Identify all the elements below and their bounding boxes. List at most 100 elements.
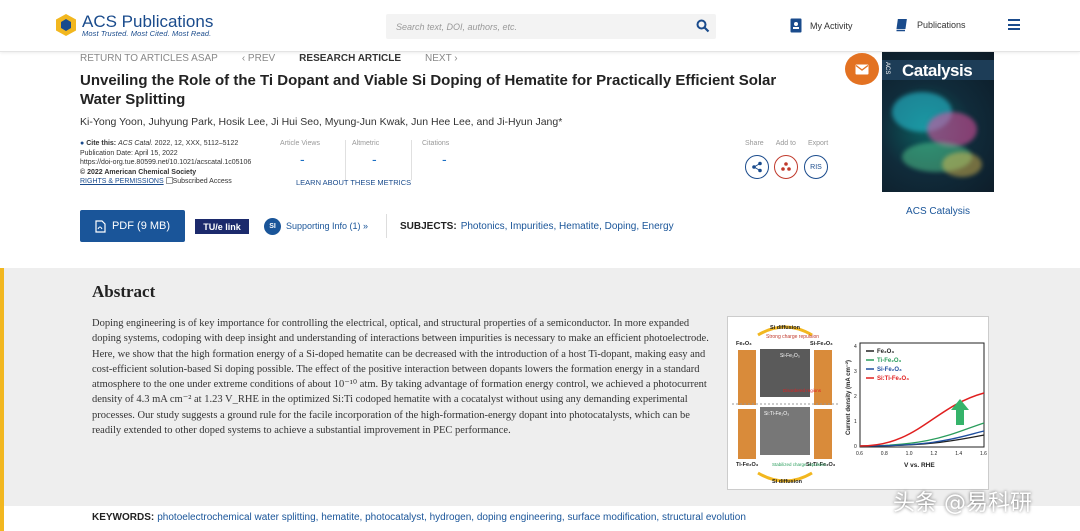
toc-top-label: Si diffusion [770,325,801,331]
journal-name-link[interactable]: ACS Catalysis [882,206,994,217]
pdf-label: PDF (9 MB) [111,220,171,232]
abstract-text: Doping engineering is of key importance … [92,318,709,437]
altmetric-label: Altmetric [352,140,380,147]
divider [386,214,387,238]
share-label: Share [745,140,764,147]
toc-fe2o3-label: Fe₂O₃ [736,341,752,347]
email-alert-button[interactable] [845,53,879,85]
copyright: © 2022 American Chemical Society [80,168,197,176]
metrics-panel: Article Views - Altmetric - Citations - [280,140,478,180]
cover-title: Catalysis [902,61,973,80]
toc-crystal-right-bottom [814,409,832,459]
cite-details: 2022, 12, XXX, 5112–5122 [154,140,239,147]
toc-crystal-right-top [814,350,832,405]
toc-disordered-label: Disordered regions [783,388,822,393]
citation-block: ● Cite this: ACS Catal. 2022, 12, XXX, 5… [80,139,280,187]
envelope-icon [855,64,869,74]
publication-date: Publication Date: April 15, 2022 [80,149,178,157]
hamburger-menu-icon[interactable] [1008,19,1020,31]
tue-link-button[interactable]: TU/e link [195,219,249,234]
toc-ti-label: Ti-Fe₂O₃ [736,462,759,468]
publications-label: Publications [917,20,966,30]
toc-plot-ytick: 2 [854,394,857,400]
toc-plot-xtick: 0.8 [881,451,888,457]
action-labels: Share Add to Export [745,140,828,147]
subjects-list: SUBJECTS: Photonics, Impurities, Hematite… [400,221,674,232]
author-list[interactable]: Ki-Yong Yoon, Juhyung Park, Hosik Lee, J… [80,116,562,128]
pdf-download-button[interactable]: PDF (9 MB) [80,210,185,242]
toc-legend-entry: Fe₂O₃ [877,349,894,355]
share-button[interactable] [745,155,769,179]
toc-plot-legend: Fe₂O₃ Ti-Fe₂O₃ Si-Fe₂O₃ Si:Ti-Fe₂O₃ [866,349,909,382]
breadcrumb: RETURN TO ARTICLES ASAP ‹ PREV RESEARCH … [80,53,458,64]
article-views-value: - [300,151,305,167]
toc-si-label: Si-Fe₂O₃ [810,341,833,347]
toc-graphic-svg: Si diffusion Strong charge repulsion Fe₂… [732,325,987,485]
cite-label[interactable]: Cite this: [86,140,116,147]
toc-plot-ytick: 3 [854,369,857,375]
article-views-label: Article Views [280,140,320,147]
subjects-label: SUBJECTS: [400,221,457,232]
toc-plot-xtick: 1.0 [906,451,913,457]
supporting-info-icon[interactable]: SI [264,218,281,235]
toc-plot-yticks: 0 1 2 3 4 [854,344,857,450]
keywords-list: KEYWORDS: photoelectrochemical water spli… [92,512,746,523]
toc-top-sub: Strong charge repulsion [766,334,819,340]
search-input[interactable] [386,14,676,39]
logo-tagline: Most Trusted. Most Cited. Most Read. [82,29,212,38]
add-to-button[interactable] [774,155,798,179]
access-icon [165,177,173,184]
altmetric-value: - [372,151,377,167]
next-article-link[interactable]: NEXT › [425,53,458,64]
watermark: 头条 @易科研 [893,491,1032,516]
toc-plot-ylabel: Current density (mA cm⁻²) [845,360,852,435]
toc-crystal-left-bottom [738,409,756,459]
search-icon[interactable] [696,19,710,33]
return-to-articles-link[interactable]: RETURN TO ARTICLES ASAP [80,53,218,64]
toc-bottom-sub: Stabilized charge repulsion [772,462,827,467]
citations-value: - [442,151,447,167]
doi-link[interactable]: https://doi-org.tue.80599.net/10.1021/ac… [80,158,280,168]
toc-graphic[interactable]: Si diffusion Strong charge repulsion Fe₂… [727,316,989,490]
toc-plot-ytick: 1 [854,419,857,425]
citations-label: Citations [422,140,450,147]
learn-metrics-link[interactable]: LEARN ABOUT THESE METRICS [296,178,411,187]
toc-plot-xtick: 0.6 [856,451,863,457]
altmetric-metric: Altmetric - [346,140,412,180]
article-title: Unveiling the Role of the Ti Dopant and … [80,72,777,108]
pdf-file-icon [95,219,106,233]
abstract-heading: Abstract [92,282,156,301]
subjects-items[interactable]: Photonics, Impurities, Hematite, Doping,… [461,221,674,232]
toc-legend-entry: Si:Ti-Fe₂O₃ [877,376,909,382]
cite-journal: ACS Catal. [118,140,153,147]
acs-logo[interactable]: ACS Publications Most Trusted. Most Cite… [54,13,213,38]
toc-legend-entry: Si-Fe₂O₃ [877,367,902,373]
my-activity-link[interactable]: My Activity [790,18,853,33]
rights-permissions-link[interactable]: RIGHTS & PERMISSIONS [80,178,164,185]
keywords-items[interactable]: photoelectrochemical water splitting, he… [157,512,746,523]
share-icon [752,161,762,173]
add-to-icon [781,162,791,171]
toc-tem-top-label: Si-Fe₂O₃ [780,353,800,359]
abstract-accent-bar [0,268,4,531]
export-label: Export [807,140,829,147]
toc-plot-xtick: 1.2 [930,451,937,457]
search-bar [386,14,716,39]
keywords-label: KEYWORDS: [92,512,155,523]
publications-link[interactable]: Publications [895,18,966,32]
prev-article-link[interactable]: ‹ PREV [242,53,275,64]
access-label: Subscribed Access [172,178,232,185]
journal-cover-image[interactable]: ACS Catalysis [882,52,994,192]
toc-plot-xtick: 1.6 [980,451,987,457]
toc-crystal-left-top [738,350,756,405]
toc-plot-xticks: 0.6 0.8 1.0 1.2 1.4 1.6 [856,451,987,457]
citations-metric: Citations - [412,140,478,180]
toc-plot-ytick: 4 [854,344,857,350]
export-ris-button[interactable]: RIS [804,155,828,179]
supporting-info-link[interactable]: Supporting Info (1) » [286,221,368,231]
toc-improvement-arrow [951,399,969,425]
cover-acs-text: ACS [884,62,890,75]
logo-name: ACS Publications [82,12,214,31]
toc-plot-xlabel: V vs. RHE [904,462,935,469]
top-navigation-bar: ACS Publications Most Trusted. Most Cite… [0,0,1080,52]
